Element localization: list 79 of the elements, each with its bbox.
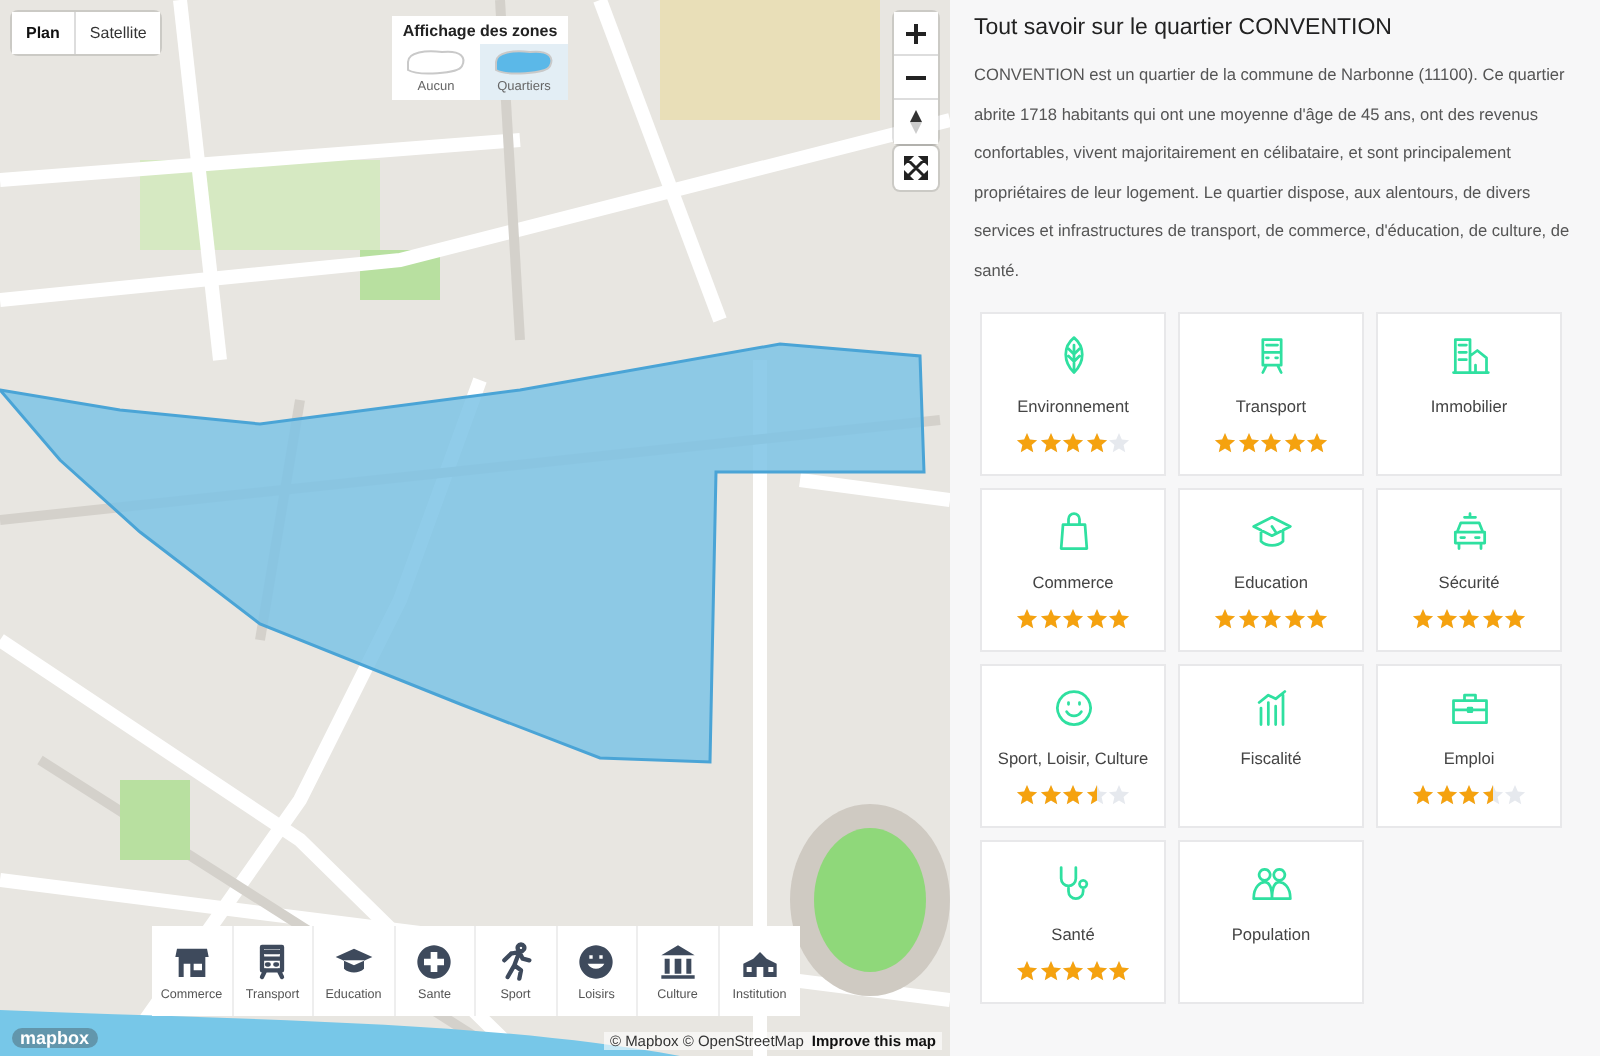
- card-label: Fiscalité: [1240, 747, 1302, 768]
- star-icon: [1481, 607, 1503, 630]
- star-icon: [1283, 431, 1305, 454]
- empty-zone-icon: [402, 48, 470, 76]
- star-icon: [1260, 607, 1282, 630]
- category-card[interactable]: Sécurité: [1376, 487, 1562, 652]
- star-icon: [1085, 783, 1107, 806]
- fullscreen-button[interactable]: [894, 146, 938, 190]
- filled-zone-icon: [490, 48, 558, 76]
- star-icon: [1260, 431, 1282, 454]
- star-icon: [1016, 959, 1038, 982]
- star-icon: [1108, 783, 1130, 806]
- star-icon: [1412, 607, 1434, 630]
- star-icon: [1039, 607, 1061, 630]
- star-icon: [1435, 607, 1457, 630]
- smiley-icon: [576, 941, 617, 981]
- star-icon: [1039, 783, 1061, 806]
- star-icon: [1237, 607, 1259, 630]
- star-icon: [1062, 431, 1084, 454]
- star-icon: [1108, 607, 1130, 630]
- star-icon: [1412, 783, 1434, 806]
- category-card[interactable]: Emploi: [1376, 663, 1562, 828]
- star-icon: [1016, 607, 1038, 630]
- star-icon: [1435, 783, 1457, 806]
- card-label: Commerce: [1032, 571, 1114, 592]
- star-icon: [1283, 607, 1305, 630]
- category-card[interactable]: Immobilier: [1376, 311, 1562, 476]
- star-icon: [1237, 431, 1259, 454]
- card-label: Transport: [1235, 395, 1307, 416]
- fullscreen-icon: [904, 156, 928, 180]
- star-icon: [1085, 959, 1107, 982]
- star-icon: [1039, 431, 1061, 454]
- card-label: Emploi: [1443, 747, 1495, 768]
- star-icon: [1085, 607, 1107, 630]
- star-icon: [1458, 607, 1480, 630]
- star-icon: [1214, 431, 1236, 454]
- category-card[interactable]: Environnement: [980, 311, 1166, 476]
- star-icon: [1016, 783, 1038, 806]
- category-card[interactable]: Commerce: [980, 487, 1166, 652]
- card-label: Santé: [1051, 923, 1095, 944]
- plus-icon: [906, 23, 926, 43]
- map-style-tab[interactable]: Satellite: [73, 12, 161, 54]
- star-icon: [1062, 959, 1084, 982]
- star-icon: [1108, 959, 1130, 982]
- category-card[interactable]: Education: [1178, 487, 1364, 652]
- star-icon: [1306, 607, 1328, 630]
- zoom-in-button[interactable]: [894, 12, 938, 56]
- category-card[interactable]: Sport, Loisir, Culture: [980, 663, 1166, 828]
- card-label: Environnement: [1017, 395, 1129, 416]
- description-text: CONVENTION est un quartier de la commune de Narbonne (11100). Ce quartier abrite 1718 habitants qui ont une moyenne d'âge de 45 ans, ont des revenus confortables, vivent majoritairement en célibataire, et sont principalement propriétaires de leur logement. Le quartier dispose, aux alentours, de divers services et infrastructures de transport, de commerce, d'éducation, de culture, de santé.: [974, 62, 1572, 284]
- panel-title: Tout savoir sur le quartier CONVENTION: [974, 16, 1394, 40]
- star-icon: [1481, 783, 1503, 806]
- cross-icon: [414, 941, 455, 981]
- smiley-icon: [1051, 685, 1095, 730]
- star-icon: [1016, 431, 1038, 454]
- star-icon: [1039, 959, 1061, 982]
- star-icon: [1108, 431, 1130, 454]
- star-icon: [1062, 783, 1084, 806]
- card-label: Education: [1234, 571, 1308, 592]
- card-label: Population: [1231, 923, 1311, 944]
- star-icon: [1504, 783, 1526, 806]
- category-card[interactable]: Transport: [1178, 311, 1364, 476]
- card-label: Immobilier: [1430, 395, 1508, 416]
- star-icon: [1062, 607, 1084, 630]
- star-icon: [1458, 783, 1480, 806]
- star-icon: [1085, 431, 1107, 454]
- category-card[interactable]: Santé: [980, 839, 1166, 1004]
- category-card[interactable]: Population: [1178, 839, 1364, 1004]
- card-label: Sécurité: [1438, 571, 1500, 592]
- compass-icon: [910, 110, 922, 134]
- star-icon: [1504, 607, 1526, 630]
- star-icon: [1214, 607, 1236, 630]
- star-icon: [1306, 431, 1328, 454]
- zones-title: Affichage des zones: [400, 22, 560, 44]
- category-card[interactable]: Fiscalité: [1178, 663, 1364, 828]
- buildings-icon: [1447, 333, 1491, 378]
- museum-icon: [657, 941, 698, 981]
- map-logo: mapbox: [12, 1028, 98, 1048]
- card-label: Sport, Loisir, Culture: [997, 747, 1149, 768]
